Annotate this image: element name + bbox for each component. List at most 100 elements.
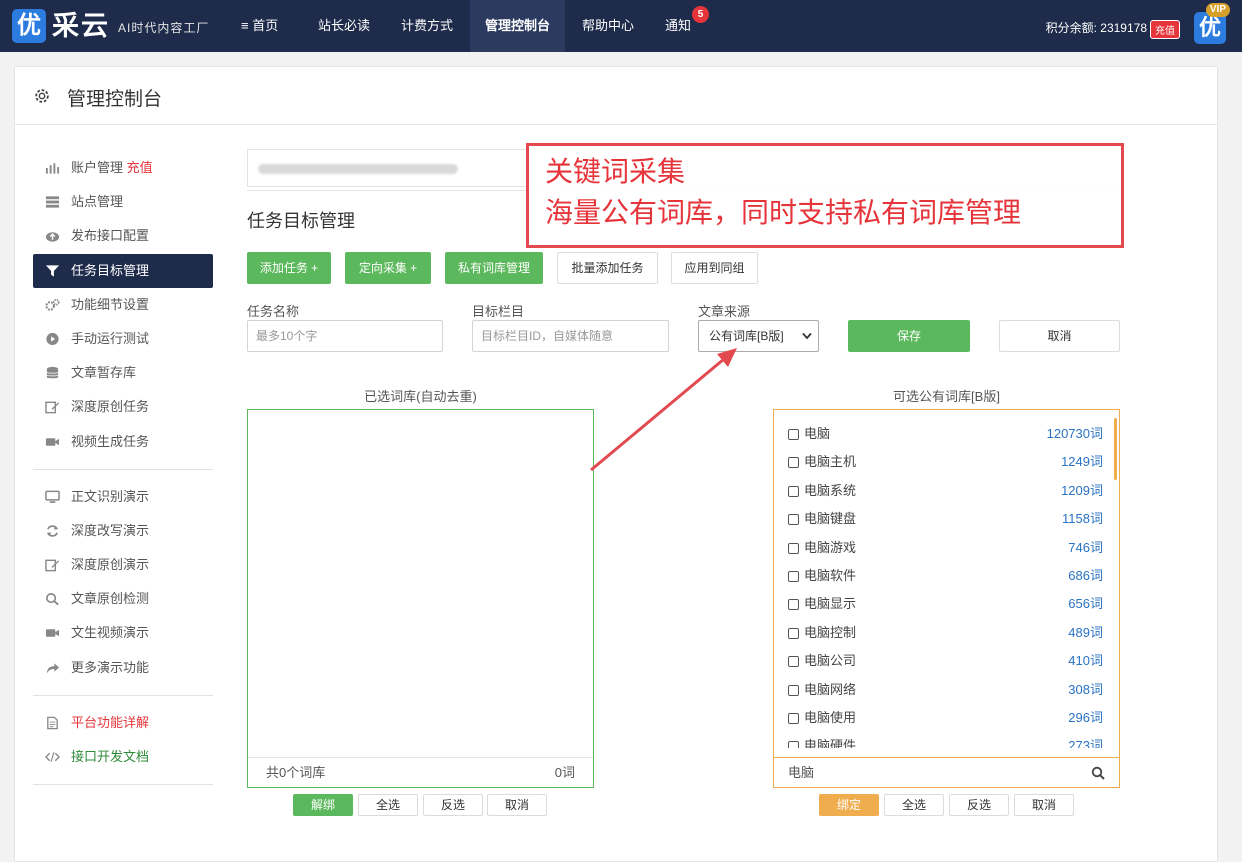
section-title: 任务目标管理 xyxy=(247,211,355,231)
lexicon-count: 686词 xyxy=(1068,567,1103,583)
sidebar-item-text-recognition-demo[interactable]: 正文识别演示 xyxy=(33,480,213,514)
annotation-callout: 关键词采集 海量公有词库，同时支持私有词库管理 xyxy=(526,143,1124,248)
sidebar-item-manual-test[interactable]: 手动运行测试 xyxy=(33,322,213,356)
sidebar-item-text-to-video-demo[interactable]: 文生视频演示 xyxy=(33,616,213,650)
task-name-field[interactable] xyxy=(247,320,443,352)
logo-text[interactable]: 采云 xyxy=(52,10,110,42)
annotation-arrow xyxy=(590,348,737,472)
list-item[interactable]: 电脑公司 410词 xyxy=(774,647,1119,675)
sidebar-item-original-demo[interactable]: 深度原创演示 xyxy=(33,548,213,582)
list-item[interactable]: 电脑控制 489词 xyxy=(774,619,1119,647)
lexicon-name: 电脑网络 xyxy=(804,681,857,697)
list-item[interactable]: 电脑硬件 273词 xyxy=(774,732,1119,748)
sidebar-item-platform-details[interactable]: 平台功能详解 xyxy=(33,706,213,740)
top-navbar: 优 采云 AI时代内容工厂 ≡ 首页 站长必读 计费方式 管理控制台 帮助中心 … xyxy=(0,0,1242,52)
checkbox[interactable] xyxy=(788,712,799,724)
apply-to-group-button[interactable]: 应用到同组 xyxy=(671,252,758,284)
select-all-selected-button[interactable]: 全选 xyxy=(358,794,418,816)
add-task-button[interactable]: 添加任务 + xyxy=(247,252,331,284)
checkbox[interactable] xyxy=(788,542,799,554)
video-camera-icon xyxy=(45,629,60,638)
cancel-available-button[interactable]: 取消 xyxy=(1014,794,1074,816)
checkbox[interactable] xyxy=(788,570,799,582)
code-icon xyxy=(45,752,60,762)
sidebar-item-rewrite-demo[interactable]: 深度改写演示 xyxy=(33,514,213,548)
list-item[interactable]: 电脑系统 1209词 xyxy=(774,477,1119,505)
lexicon-count: 120730词 xyxy=(1046,426,1103,441)
checkbox[interactable] xyxy=(788,684,799,696)
sidebar-item-label: 文章原创检测 xyxy=(71,591,150,607)
selected-word-count: 0词 xyxy=(554,765,575,780)
list-item[interactable]: 电脑主机 1249词 xyxy=(774,448,1119,476)
cancel-button[interactable]: 取消 xyxy=(999,320,1120,352)
sidebar-item-originality-check[interactable]: 文章原创检测 xyxy=(33,582,213,616)
checkbox[interactable] xyxy=(788,457,799,469)
bind-button[interactable]: 绑定 xyxy=(819,794,879,816)
sidebar-item-account[interactable]: 账户管理 充值 xyxy=(33,151,213,185)
nav-notifications-label: 通知 xyxy=(665,18,692,33)
search-icon[interactable] xyxy=(1091,766,1105,780)
list-item[interactable]: 电脑显示 656词 xyxy=(774,590,1119,618)
checkbox[interactable] xyxy=(788,514,799,526)
list-item[interactable]: 电脑游戏 746词 xyxy=(774,534,1119,562)
lexicon-name: 电脑 xyxy=(804,426,831,441)
lexicon-name: 电脑公司 xyxy=(804,653,857,669)
sidebar-item-api-docs[interactable]: 接口开发文档 xyxy=(33,740,213,774)
lexicon-search-input[interactable]: 电脑 xyxy=(788,758,814,787)
nav-console[interactable]: 管理控制台 xyxy=(470,0,566,52)
list-item[interactable]: 电脑 120730词 xyxy=(774,420,1119,448)
sidebar-item-label: 文生视频演示 xyxy=(71,625,150,641)
nav-billing[interactable]: 计费方式 xyxy=(386,0,468,52)
nav-home[interactable]: ≡ 首页 xyxy=(226,0,293,52)
sidebar-item-more-demos[interactable]: 更多演示功能 xyxy=(33,651,213,685)
task-name-input[interactable] xyxy=(248,321,442,351)
unbind-button[interactable]: 解绑 xyxy=(293,794,353,816)
sidebar-item-feature-settings[interactable]: 功能细节设置 xyxy=(33,288,213,322)
checkbox[interactable] xyxy=(788,485,799,497)
lexicon-name: 电脑控制 xyxy=(804,624,857,640)
private-lexicon-button[interactable]: 私有词库管理 xyxy=(445,252,543,284)
batch-add-button[interactable]: 批量添加任务 xyxy=(557,252,658,284)
bar-chart-icon xyxy=(45,163,60,174)
document-icon xyxy=(47,716,58,730)
lexicon-count: 1158词 xyxy=(1062,511,1103,527)
edit-icon xyxy=(45,401,60,414)
sidebar-item-publish-api[interactable]: 发布接口配置 xyxy=(33,219,213,253)
checkbox[interactable] xyxy=(788,741,799,748)
article-source-label: 文章来源 xyxy=(698,304,751,319)
nav-webmaster-guide[interactable]: 站长必读 xyxy=(303,0,385,52)
invert-selected-button[interactable]: 反选 xyxy=(423,794,483,816)
selected-lexicons-panel[interactable]: 共0个词库 0词 xyxy=(247,409,594,788)
list-item[interactable]: 电脑软件 686词 xyxy=(774,562,1119,590)
sidebar-item-video-task[interactable]: 视频生成任务 xyxy=(33,425,213,459)
checkbox[interactable] xyxy=(788,429,799,440)
sidebar-recharge-link[interactable]: 充值 xyxy=(127,160,153,175)
logo-icon[interactable]: 优 xyxy=(12,9,46,43)
list-item[interactable]: 电脑网络 308词 xyxy=(774,676,1119,704)
sidebar-item-deep-original-task[interactable]: 深度原创任务 xyxy=(33,390,213,424)
cancel-selected-button[interactable]: 取消 xyxy=(487,794,547,816)
available-lexicons-panel[interactable]: 电脑 120730词 电脑主机 1249词 电脑系统 1209词 电脑键盘 1158词 … xyxy=(773,409,1120,788)
sidebar-item-label: 任务目标管理 xyxy=(71,262,150,278)
sidebar-item-sites[interactable]: 站点管理 xyxy=(33,185,213,219)
directed-collect-button[interactable]: 定向采集 + xyxy=(345,252,431,284)
lexicon-name: 电脑游戏 xyxy=(804,539,857,555)
sidebar-item-article-store[interactable]: 文章暂存库 xyxy=(33,356,213,390)
recharge-button[interactable]: 充值 xyxy=(1150,20,1180,39)
checkbox[interactable] xyxy=(788,627,799,639)
sidebar-item-task-target[interactable]: 任务目标管理 xyxy=(33,253,213,288)
scrollbar[interactable] xyxy=(1114,418,1117,480)
sidebar-divider xyxy=(33,784,213,786)
sidebar-item-label: 文章暂存库 xyxy=(71,365,137,381)
nav-help-center[interactable]: 帮助中心 xyxy=(567,0,649,52)
available-lexicons-list[interactable]: 电脑 120730词 电脑主机 1249词 电脑系统 1209词 电脑键盘 1158词 … xyxy=(774,420,1119,748)
lexicon-search-bar[interactable]: 电脑 xyxy=(774,757,1119,787)
save-button[interactable]: 保存 xyxy=(848,320,970,352)
list-item[interactable]: 电脑使用 296词 xyxy=(774,704,1119,732)
list-item[interactable]: 电脑键盘 1158词 xyxy=(774,505,1119,533)
select-all-available-button[interactable]: 全选 xyxy=(884,794,944,816)
nav-notifications[interactable]: 通知 5 xyxy=(650,0,710,52)
invert-available-button[interactable]: 反选 xyxy=(949,794,1009,816)
checkbox[interactable] xyxy=(788,656,799,668)
checkbox[interactable] xyxy=(788,599,799,611)
